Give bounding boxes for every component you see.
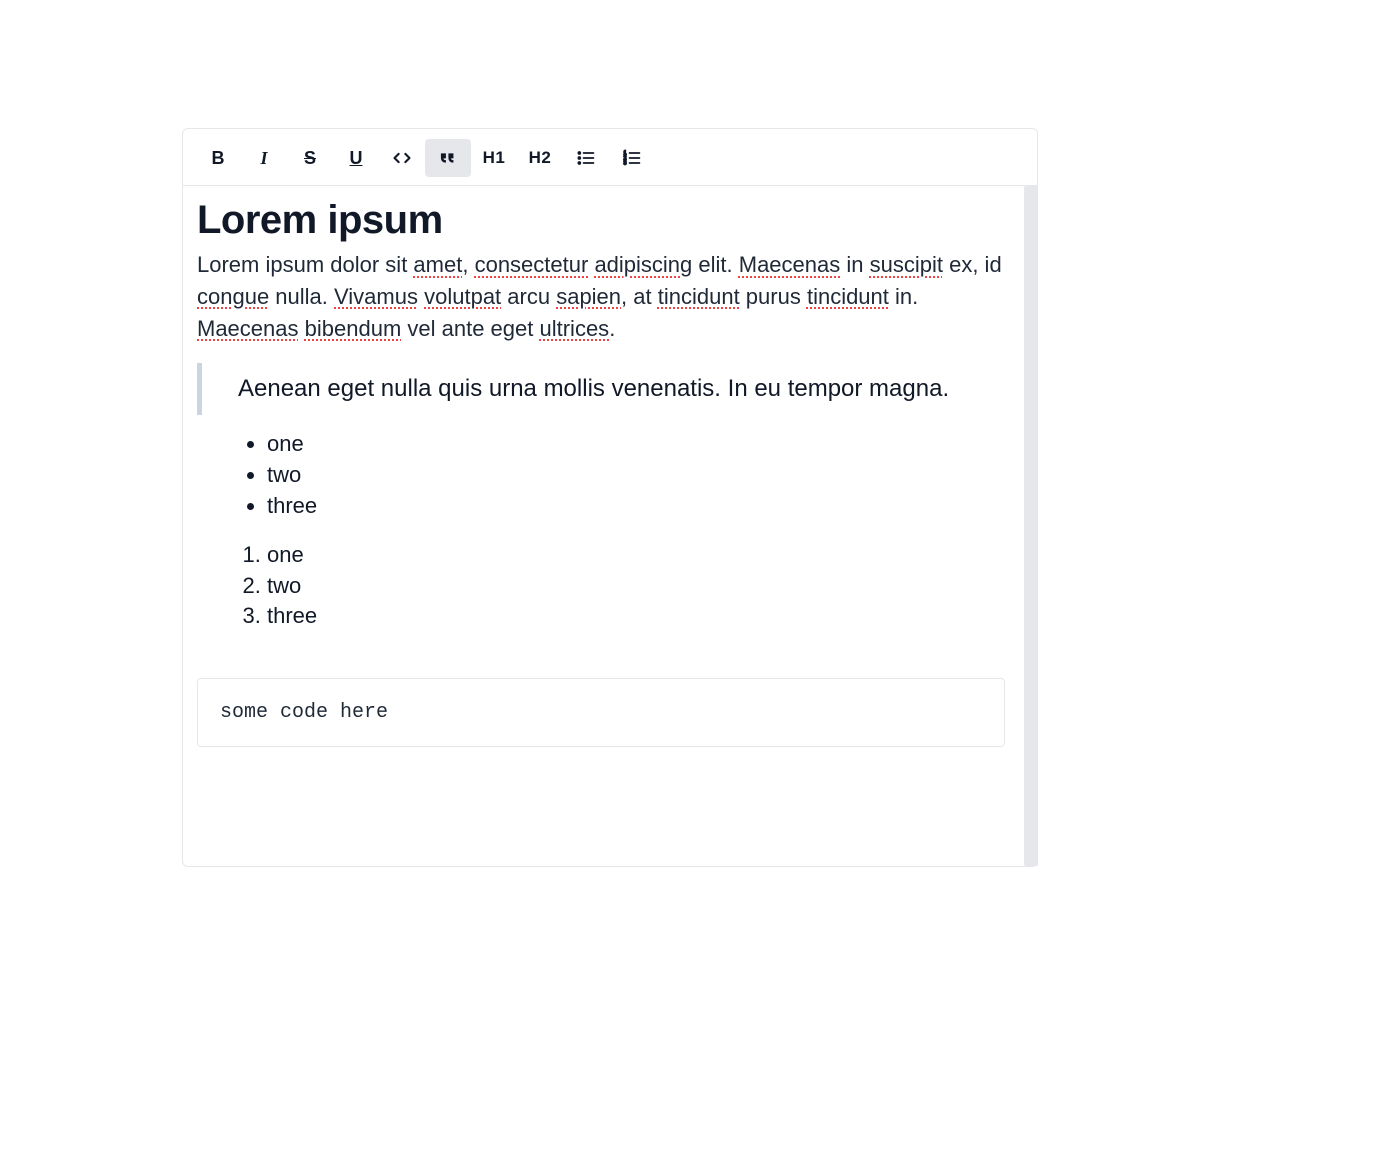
strike-icon: S (304, 148, 316, 169)
spell-marked-text: Maecenas (197, 316, 299, 341)
text-span: in (840, 252, 869, 277)
spell-marked-text: sapien (556, 284, 621, 309)
list-item[interactable]: three (267, 601, 1005, 632)
spell-marked-text: volutpat (424, 284, 501, 309)
italic-button[interactable]: I (241, 139, 287, 177)
underline-button[interactable]: U (333, 139, 379, 177)
spell-marked-text: Maecenas (739, 252, 841, 277)
ordered-list-icon: 123 (622, 148, 642, 168)
blockquote[interactable]: Aenean eget nulla quis urna mollis venen… (197, 363, 1005, 416)
code-icon (392, 148, 412, 168)
unordered-list[interactable]: onetwothree (197, 429, 1005, 521)
list-item[interactable]: two (267, 571, 1005, 602)
list-item[interactable]: one (267, 540, 1005, 571)
quote-button[interactable] (425, 139, 471, 177)
unordered-list-icon (576, 148, 596, 168)
h2-icon: H2 (529, 148, 552, 168)
underline-icon: U (350, 148, 363, 169)
text-span: nulla. (269, 284, 334, 309)
scrollbar[interactable] (1019, 186, 1037, 866)
spell-marked-text: ultrices (540, 316, 610, 341)
text-span: vel ante eget (401, 316, 539, 341)
text-span: . (609, 316, 615, 341)
content-wrap: Lorem ipsum Lorem ipsum dolor sit amet, … (183, 186, 1037, 866)
text-span: elit. (692, 252, 738, 277)
text-span: Lorem ipsum dolor sit (197, 252, 413, 277)
spell-marked-text: bibendum (305, 316, 402, 341)
text-span: ex, id (943, 252, 1002, 277)
italic-icon: I (260, 148, 267, 169)
list-item[interactable]: one (267, 429, 1005, 460)
ordered-list-button[interactable]: 123 (609, 139, 655, 177)
bold-icon: B (212, 148, 225, 169)
spell-marked-text: amet (413, 252, 462, 277)
heading-1[interactable]: Lorem ipsum (197, 198, 1005, 243)
code-block[interactable]: some code here (197, 678, 1005, 747)
spell-marked-text: tincidunt (807, 284, 889, 309)
list-item[interactable]: two (267, 460, 1005, 491)
spell-marked-text: suscipit (870, 252, 943, 277)
rich-text-editor: B I S U H1 H2 123 Lorem ipsum (182, 128, 1038, 867)
h2-button[interactable]: H2 (517, 139, 563, 177)
svg-text:3: 3 (624, 161, 627, 167)
editor-content[interactable]: Lorem ipsum Lorem ipsum dolor sit amet, … (183, 186, 1019, 866)
ordered-list[interactable]: onetwothree (197, 540, 1005, 632)
spell-marked-text: Vivamus (334, 284, 418, 309)
text-span: , at (621, 284, 658, 309)
code-button[interactable] (379, 139, 425, 177)
quote-icon (438, 148, 458, 168)
h1-icon: H1 (483, 148, 506, 168)
spell-marked-text: consectetur (475, 252, 589, 277)
paragraph[interactable]: Lorem ipsum dolor sit amet, consectetur … (197, 249, 1005, 345)
bold-button[interactable]: B (195, 139, 241, 177)
spell-marked-text: adipiscing (594, 252, 692, 277)
text-span: in. (889, 284, 918, 309)
strike-button[interactable]: S (287, 139, 333, 177)
text-span: purus (740, 284, 807, 309)
spell-marked-text: congue (197, 284, 269, 309)
list-item[interactable]: three (267, 491, 1005, 522)
spell-marked-text: tincidunt (658, 284, 740, 309)
scrollbar-thumb[interactable] (1024, 186, 1038, 866)
h1-button[interactable]: H1 (471, 139, 517, 177)
unordered-list-button[interactable] (563, 139, 609, 177)
toolbar: B I S U H1 H2 123 (183, 129, 1037, 186)
text-span: , (462, 252, 474, 277)
text-span: arcu (501, 284, 556, 309)
